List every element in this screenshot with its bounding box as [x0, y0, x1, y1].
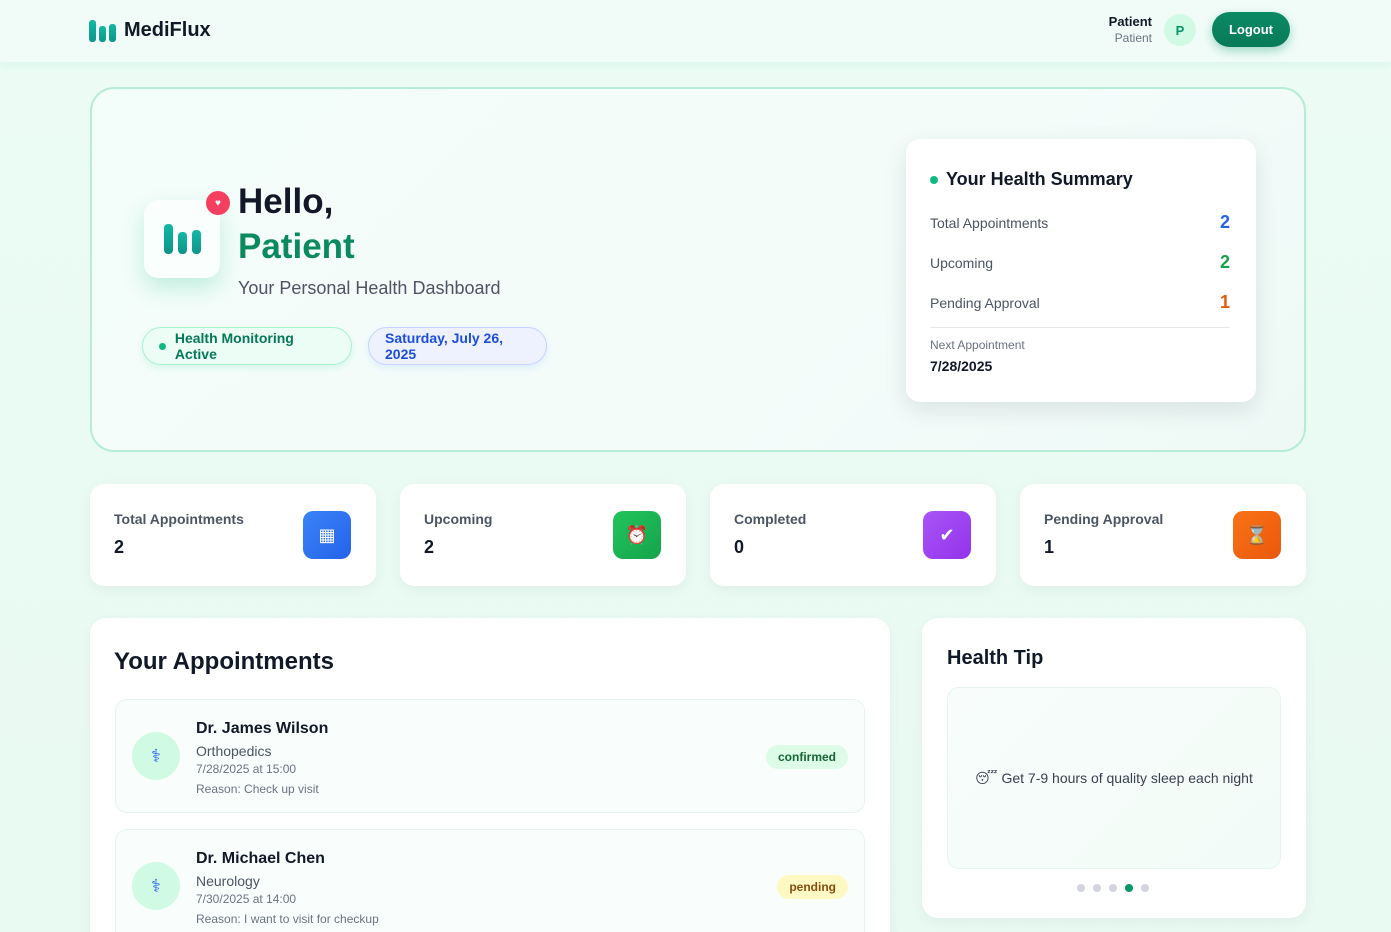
summary-row-value: 1 [1219, 292, 1230, 312]
stat-card-completed[interactable]: Completed 0 ✔ [710, 484, 996, 586]
carousel-dots [1077, 884, 1149, 892]
date-pill: Saturday, July 26, 2025 [368, 327, 547, 365]
status-badge: pending [777, 875, 848, 899]
carousel-dot[interactable] [1093, 884, 1101, 892]
stat-value: 0 [734, 537, 745, 557]
appointment-reason: Reason: Check up visit [196, 782, 319, 796]
stat-card-pending[interactable]: Pending Approval 1 ⌛ [1020, 484, 1306, 586]
summary-row-label: Upcoming [930, 254, 994, 271]
health-tip-title: Health Tip [947, 647, 1044, 669]
app-name: MediFlux [124, 18, 211, 41]
carousel-dot[interactable] [1109, 884, 1117, 892]
summary-row-value: 2 [1219, 212, 1230, 232]
stethoscope-icon: ⚕ [132, 862, 180, 910]
health-tip-panel: Health Tip 😴 Get 7-9 hours of quality sl… [922, 618, 1306, 918]
calendar-icon: ▦ [303, 511, 351, 559]
appointments-panel: Your Appointments ⚕ Dr. James Wilson Ort… [90, 618, 890, 932]
stat-label: Pending Approval [1044, 511, 1164, 527]
doctor-name: Dr. Michael Chen [196, 850, 325, 867]
user-name: Patient [1108, 14, 1152, 29]
health-tip-text: 😴 Get 7-9 hours of quality sleep each ni… [947, 687, 1281, 869]
welcome-hero: ♥ Hello, Patient Your Personal Health Da… [90, 87, 1306, 452]
divider [930, 327, 1230, 328]
status-badge: confirmed [765, 745, 848, 769]
stat-value: 2 [424, 537, 435, 557]
appointment-card[interactable]: ⚕ Dr. Michael Chen Neurology 7/30/2025 a… [115, 829, 865, 932]
greeting: Hello, [238, 182, 334, 221]
status-dot-icon [159, 342, 166, 350]
health-monitoring-label: Health Monitoring Active [174, 330, 294, 362]
doctor-name: Dr. James Wilson [196, 720, 329, 737]
summary-row-label: Total Appointments [930, 214, 1049, 231]
patient-name: Patient [238, 227, 355, 266]
logo-bars-icon [89, 18, 116, 42]
carousel-dot[interactable] [1141, 884, 1149, 892]
stat-card-total[interactable]: Total Appointments 2 ▦ [90, 484, 376, 586]
summary-row-pending: Pending Approval 1 [930, 292, 1230, 313]
appointment-datetime: 7/30/2025 at 14:00 [196, 892, 297, 906]
user-role: Patient [1114, 31, 1152, 45]
logout-button[interactable]: Logout [1212, 12, 1290, 47]
next-appointment-label: Next Appointment [930, 338, 1025, 352]
stat-card-upcoming[interactable]: Upcoming 2 ⏰ [400, 484, 686, 586]
user-info: Patient Patient [1109, 13, 1152, 47]
specialty: Neurology [196, 873, 260, 889]
health-monitoring-pill: Health Monitoring Active [142, 327, 352, 365]
stat-label: Total Appointments [114, 511, 244, 527]
heart-icon: ♥ [206, 191, 230, 215]
app-logo[interactable]: MediFlux [89, 18, 211, 42]
carousel-dot-active[interactable] [1125, 884, 1133, 892]
hero-logo-icon [144, 200, 220, 278]
alarm-clock-icon: ⏰ [613, 511, 661, 559]
summary-title: Your Health Summary [930, 169, 1133, 190]
hourglass-icon: ⌛ [1233, 511, 1281, 559]
check-box-icon: ✔ [923, 511, 971, 559]
carousel-dot[interactable] [1077, 884, 1085, 892]
appointment-reason: Reason: I want to visit for checkup [196, 912, 379, 926]
stat-value: 2 [114, 537, 125, 557]
health-summary-card: Your Health Summary Total Appointments 2… [906, 139, 1256, 402]
summary-row-total: Total Appointments 2 [930, 212, 1230, 233]
top-navbar: MediFlux Patient Patient P Logout [0, 0, 1391, 62]
summary-row-value: 2 [1219, 252, 1230, 272]
hero-subtitle: Your Personal Health Dashboard [238, 278, 501, 298]
specialty: Orthopedics [196, 743, 272, 759]
appointment-datetime: 7/28/2025 at 15:00 [196, 762, 297, 776]
next-appointment-value: 7/28/2025 [930, 358, 993, 374]
summary-row-label: Pending Approval [930, 294, 1040, 311]
appointment-card[interactable]: ⚕ Dr. James Wilson Orthopedics 7/28/2025… [115, 699, 865, 813]
summary-row-upcoming: Upcoming 2 [930, 252, 1230, 273]
stat-label: Completed [734, 511, 807, 527]
stethoscope-icon: ⚕ [132, 732, 180, 780]
stat-value: 1 [1044, 537, 1055, 557]
summary-dot-icon [930, 175, 938, 184]
summary-title-text: Your Health Summary [946, 169, 1133, 189]
stat-label: Upcoming [424, 511, 493, 527]
appointments-title: Your Appointments [114, 648, 334, 675]
avatar[interactable]: P [1164, 14, 1196, 46]
